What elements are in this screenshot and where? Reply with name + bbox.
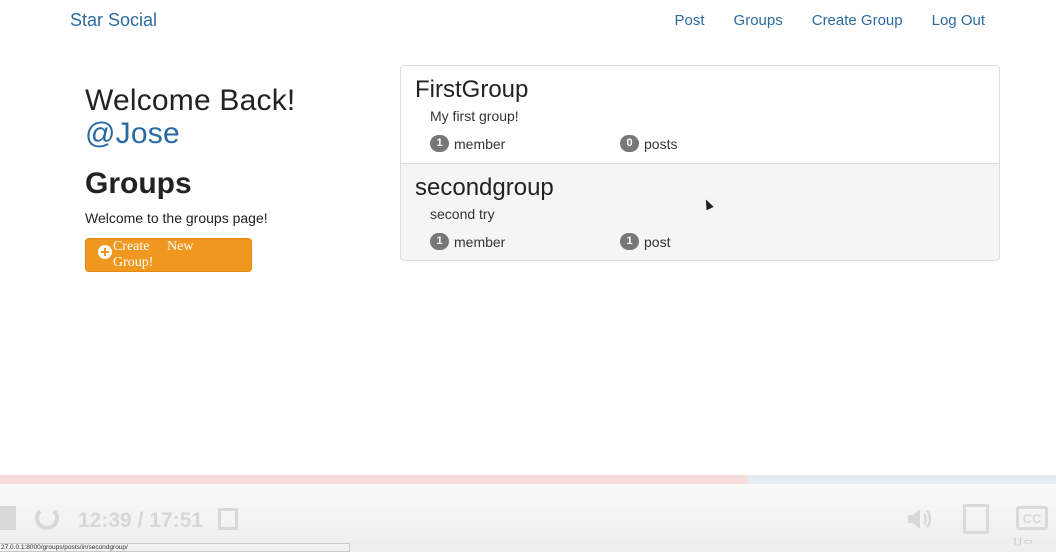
navbar: Post Groups Create Group Log Out (675, 12, 985, 29)
username: @Jose (85, 117, 180, 150)
video-player-controls: 12:39 / 17:51 CC (0, 475, 1056, 552)
replay-icon[interactable] (35, 506, 59, 530)
group-list: FirstGroup My first group! 1 member 0 po… (400, 65, 1000, 261)
group-item-secondgroup[interactable]: secondgroup second try 1 member 1 post (401, 163, 999, 260)
group-name: secondgroup (415, 174, 554, 201)
create-new-group-button[interactable]: Create New Group! (85, 238, 252, 272)
video-time: 12:39 / 17:51 (78, 509, 203, 532)
transcript-icon[interactable] (963, 504, 989, 534)
welcome-text: Welcome Back! (85, 84, 296, 117)
member-count: 1 member (430, 233, 505, 250)
plus-circle-icon (98, 245, 112, 259)
post-label: post (644, 233, 671, 250)
member-badge: 1 (430, 135, 449, 152)
member-label: member (454, 135, 506, 152)
group-description: My first group! (430, 108, 519, 124)
brand-link[interactable]: Star Social (70, 10, 157, 31)
group-name: FirstGroup (415, 76, 529, 103)
welcome-heading: Welcome Back! @Jose (85, 84, 295, 150)
nav-create-group-link[interactable]: Create Group (812, 12, 903, 29)
nav-post-link[interactable]: Post (675, 12, 705, 29)
create-button-label: Create New Group! (112, 239, 194, 270)
notes-icon[interactable] (218, 508, 238, 530)
post-count: 0 posts (620, 135, 677, 152)
video-progress-bar[interactable] (0, 475, 1056, 484)
volume-icon-svg (908, 509, 932, 529)
progress-played (0, 475, 748, 484)
group-item-firstgroup[interactable]: FirstGroup My first group! 1 member 0 po… (401, 66, 999, 163)
closed-captions-icon[interactable]: CC (1016, 506, 1048, 530)
post-badge: 0 (620, 135, 639, 152)
member-count: 1 member (430, 135, 505, 152)
member-label: member (454, 233, 506, 250)
member-badge: 1 (430, 233, 449, 250)
post-label: posts (644, 135, 678, 152)
groups-heading: Groups (85, 167, 192, 200)
nav-groups-link[interactable]: Groups (734, 12, 783, 29)
post-count: 1 post (620, 233, 670, 250)
browser-status-url: 27.0.0.1:8000/groups/posts/in/secondgrou… (0, 543, 350, 552)
volume-icon[interactable] (906, 508, 934, 530)
udemy-logo-icon: ⋃ ▭ (1014, 536, 1033, 546)
nav-logout-link[interactable]: Log Out (932, 12, 985, 29)
post-badge: 1 (620, 233, 639, 250)
stop-icon[interactable] (0, 506, 16, 530)
groups-subtitle: Welcome to the groups page! (85, 210, 268, 226)
